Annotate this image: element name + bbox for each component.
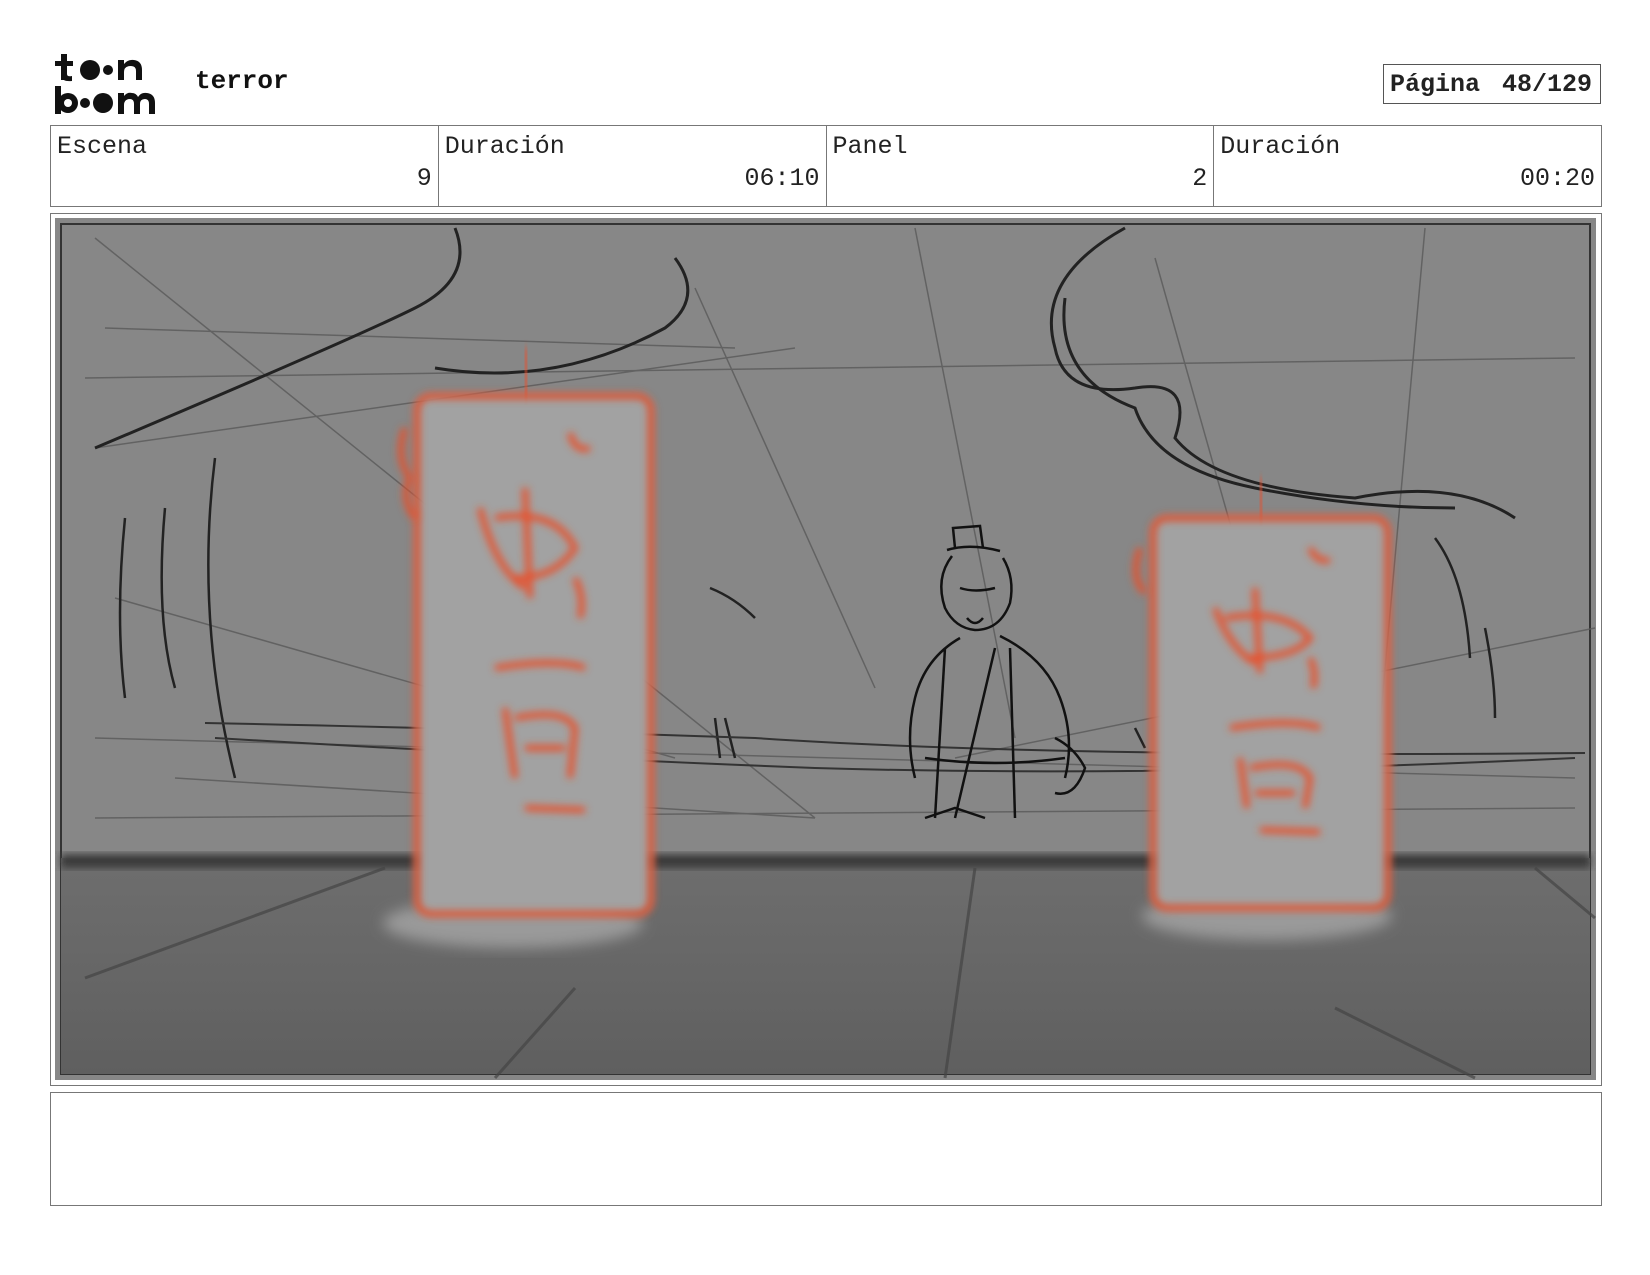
panel-info-table: Escena 9 Duración 06:10 Panel 2 Duración… <box>50 125 1602 207</box>
scene-number: 9 <box>416 164 432 193</box>
scene-label: Escena <box>57 132 148 161</box>
toonboom-logo <box>55 54 155 114</box>
scene-duration-label: Duración <box>444 132 565 161</box>
panel-duration-value: 00:20 <box>1519 164 1595 193</box>
scene-duration-cell: Duración 06:10 <box>439 126 827 206</box>
panel-sketch-image <box>55 218 1596 1080</box>
panel-number: 2 <box>1192 164 1208 193</box>
scene-duration-value: 06:10 <box>744 164 820 193</box>
panel-notes-box <box>50 1092 1602 1206</box>
panel-label: Panel <box>832 132 908 161</box>
panel-duration-label: Duración <box>1220 132 1341 161</box>
page-number: 48/129 <box>1502 69 1593 99</box>
scene-cell: Escena 9 <box>51 126 439 206</box>
project-title: terror <box>195 66 289 96</box>
page-indicator: Página 48/129 <box>1383 64 1601 104</box>
page-label: Página <box>1390 69 1481 99</box>
storyboard-panel <box>50 213 1602 1086</box>
panel-cell: Panel 2 <box>827 126 1215 206</box>
panel-duration-cell: Duración 00:20 <box>1214 126 1601 206</box>
